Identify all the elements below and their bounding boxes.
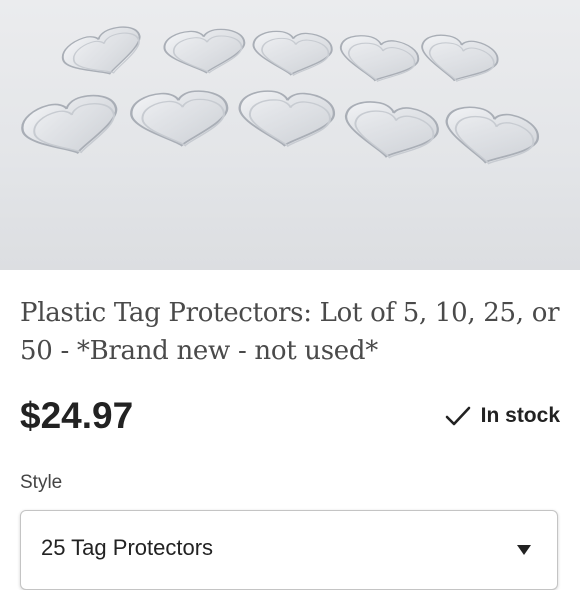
- product-title: Plastic Tag Protectors: Lot of 5, 10, 25…: [20, 298, 560, 366]
- style-select[interactable]: 25 Tag Protectors: [20, 510, 558, 590]
- heart-protectors-illustration: [17, 20, 543, 174]
- product-image[interactable]: [0, 0, 580, 270]
- stock-status: In stock: [445, 400, 560, 432]
- style-label: Style: [20, 472, 63, 493]
- chevron-down-icon: [517, 545, 531, 555]
- price-row: $24.97 In stock: [20, 392, 560, 440]
- check-icon: [445, 406, 470, 426]
- style-select-value: 25 Tag Protectors: [41, 535, 214, 560]
- product-price: $24.97: [20, 395, 134, 436]
- stock-status-label: In stock: [480, 404, 560, 427]
